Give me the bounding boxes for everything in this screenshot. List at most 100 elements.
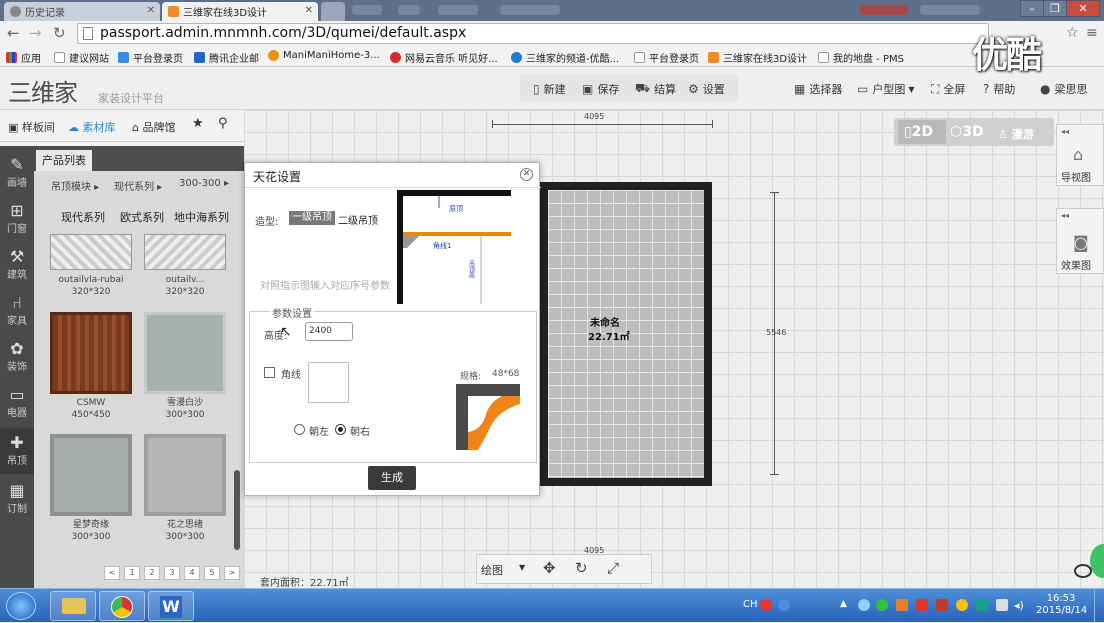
page-prev[interactable]: <: [104, 566, 120, 580]
reload-icon[interactable]: ↻: [53, 24, 66, 42]
app-tray-icon[interactable]: [936, 599, 948, 611]
product-thumb[interactable]: [144, 234, 226, 270]
filter-european[interactable]: 欧式系列: [120, 209, 164, 225]
app-tray-icon[interactable]: [896, 599, 908, 611]
search-icon[interactable]: ⚲: [218, 116, 228, 131]
guide-view-panel[interactable]: ◂◂ ⌂ 导视图: [1056, 124, 1104, 186]
corner-checkbox[interactable]: [264, 367, 275, 378]
render-panel[interactable]: ◂◂ ◙ 效果图: [1056, 208, 1104, 274]
rotate-icon[interactable]: ↻: [575, 559, 588, 577]
back-icon[interactable]: ←: [7, 24, 20, 42]
wechat-tray-icon[interactable]: [876, 599, 888, 611]
help-tray-icon[interactable]: [778, 599, 790, 611]
restore-button[interactable]: ❐: [1043, 0, 1067, 17]
ime-indicator[interactable]: CH: [743, 599, 758, 610]
shape-option-level2[interactable]: 二级吊顶: [338, 212, 378, 227]
wps-taskbar-button[interactable]: W: [148, 591, 194, 621]
sogou-icon[interactable]: [760, 599, 772, 611]
product-list-tab[interactable]: 产品列表: [36, 150, 92, 171]
page-button[interactable]: 1: [124, 566, 140, 580]
forward-icon[interactable]: →: [29, 24, 42, 42]
fullscreen-button[interactable]: ⛶ 全屏: [931, 81, 965, 97]
filter-modern-series[interactable]: 现代系列 ▸: [114, 178, 162, 193]
collapse-icon[interactable]: ◂◂: [1061, 127, 1069, 136]
nav-furniture[interactable]: ⑁ 家具: [0, 288, 34, 334]
shape-option-level1[interactable]: 一级吊顶: [289, 211, 335, 225]
bookmark-item[interactable]: 腾讯企业邮: [194, 50, 259, 65]
generate-button[interactable]: 生成: [368, 466, 416, 490]
tab-brand-hall[interactable]: ⌂ 品牌馆: [132, 119, 175, 135]
direction-right-radio[interactable]: [335, 424, 346, 435]
product-thumb[interactable]: [50, 234, 132, 270]
collapse-icon[interactable]: ◂◂: [1061, 211, 1069, 220]
menu-icon[interactable]: ≡: [1086, 24, 1098, 42]
show-desktop-button[interactable]: [1094, 589, 1104, 623]
draw-button[interactable]: 绘图: [481, 562, 503, 578]
flag-tray-icon[interactable]: [996, 599, 1008, 611]
nav-appliance[interactable]: ▭ 电器: [0, 380, 34, 426]
room-floor[interactable]: 未命名 22.71㎡: [540, 182, 712, 486]
page-button[interactable]: 2: [144, 566, 160, 580]
checkout-button[interactable]: ⛟ 结算: [635, 81, 676, 97]
tab-material-library[interactable]: ☁ 素材库: [68, 119, 116, 135]
settings-button[interactable]: ⚙ 设置: [688, 81, 725, 97]
system-clock[interactable]: 16:53 2015/8/14: [1036, 593, 1087, 617]
tab-showroom[interactable]: ▣ 样板间: [8, 119, 55, 135]
page-button[interactable]: 4: [184, 566, 200, 580]
nav-building[interactable]: ⚒ 建筑: [0, 242, 34, 288]
filter-size[interactable]: 300-300 ▸: [179, 178, 229, 189]
bookmark-item[interactable]: 三维家的频道-优酷...: [511, 50, 619, 65]
product-thumb[interactable]: [50, 312, 132, 394]
view-3d-button[interactable]: ⬡3D: [950, 124, 984, 140]
new-tab-button[interactable]: [321, 2, 345, 21]
nav-custom[interactable]: ▦ 订制: [0, 476, 34, 522]
bookmark-item[interactable]: ManiManiHome-3...: [268, 50, 380, 61]
volume-icon[interactable]: ◂): [1014, 599, 1026, 612]
save-button[interactable]: ▣ 保存: [582, 81, 619, 97]
user-menu[interactable]: ● 梁思思: [1040, 81, 1087, 97]
product-thumb[interactable]: [50, 434, 132, 516]
explorer-taskbar-button[interactable]: [50, 591, 96, 621]
scrollbar[interactable]: [234, 470, 240, 550]
help-button[interactable]: ? 帮助: [983, 81, 1015, 97]
chat-icon[interactable]: [1074, 564, 1092, 578]
nav-doors-windows[interactable]: ⊞ 门窗: [0, 196, 34, 242]
start-button[interactable]: [6, 592, 36, 620]
product-thumb[interactable]: [144, 312, 226, 394]
app-tray-icon[interactable]: [956, 599, 968, 611]
height-input[interactable]: 2400: [305, 322, 353, 341]
bookmark-item[interactable]: 建议网站: [54, 50, 109, 65]
new-button[interactable]: ▯ 新建: [533, 81, 566, 97]
tab-history[interactable]: 历史记录 ✕: [4, 2, 160, 21]
bookmark-item[interactable]: 网易云音乐 听见好...: [390, 50, 498, 65]
bookmark-item[interactable]: 平台登录页: [634, 50, 699, 65]
move-icon[interactable]: ✥: [543, 559, 556, 577]
bookmark-apps[interactable]: 应用: [6, 50, 41, 65]
caret-down-icon[interactable]: ▼: [519, 563, 525, 572]
view-2d-button[interactable]: ▯2D: [898, 120, 946, 144]
tray-expand-icon[interactable]: ▲: [840, 599, 852, 611]
bookmark-item[interactable]: 三维家在线3D设计: [708, 50, 807, 65]
close-tab-icon[interactable]: ✕: [305, 5, 313, 16]
product-thumb[interactable]: [144, 434, 226, 516]
chrome-taskbar-button[interactable]: [99, 591, 145, 621]
favorite-star-icon[interactable]: ★: [192, 116, 204, 131]
star-icon[interactable]: ☆: [1066, 24, 1079, 42]
filter-ceiling-module[interactable]: 吊顶模块 ▸: [51, 178, 99, 193]
app-tray-icon[interactable]: [976, 599, 988, 611]
nav-decoration[interactable]: ✿ 装饰: [0, 334, 34, 380]
assistant-bubble[interactable]: [1090, 544, 1104, 578]
close-tab-icon[interactable]: ✕: [147, 5, 155, 16]
nav-draw-wall[interactable]: ✎ 画墙: [0, 150, 34, 196]
expand-icon[interactable]: ⤢: [607, 559, 619, 577]
nav-ceiling[interactable]: ✚ 吊顶: [0, 428, 34, 474]
filter-modern[interactable]: 现代系列: [61, 209, 105, 225]
page-button[interactable]: 5: [204, 566, 220, 580]
tab-3d-design[interactable]: 三维家在线3D设计 ✕: [162, 2, 318, 21]
bookmark-item[interactable]: 我的地盘 - PMS: [818, 50, 904, 65]
close-icon[interactable]: ✕: [520, 168, 533, 181]
page-button[interactable]: 3: [164, 566, 180, 580]
bookmark-item[interactable]: 平台登录页: [118, 50, 183, 65]
network-tray-icon[interactable]: [858, 599, 870, 611]
selector-button[interactable]: ▦ 选择器: [794, 81, 842, 97]
